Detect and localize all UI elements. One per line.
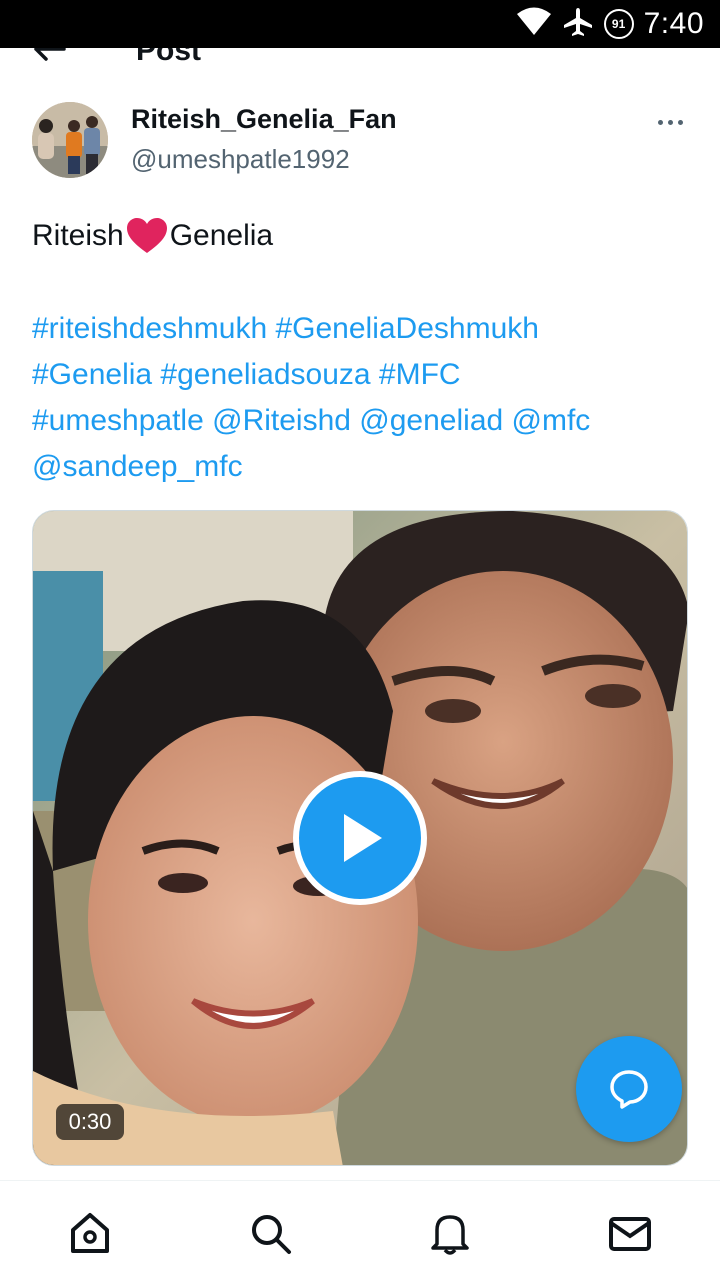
back-arrow-icon[interactable] [30, 48, 70, 64]
hashtag-line[interactable]: @sandeep_mfc [32, 444, 672, 490]
hashtag-line[interactable]: #umeshpatle @Riteishd @geneliad @mfc [32, 398, 672, 444]
header: Post [0, 48, 720, 70]
battery-icon: 91 [603, 9, 634, 39]
tweet-hashtags[interactable]: #riteishdeshmukh #GeneliaDeshmukh #Genel… [32, 306, 672, 490]
bottom-nav [0, 1180, 720, 1280]
wifi-icon [516, 7, 552, 42]
tweet-text-part: Riteish [32, 219, 124, 252]
search-icon[interactable] [246, 1209, 294, 1257]
video-duration: 0:30 [56, 1104, 124, 1140]
status-time: 7:40 [643, 7, 704, 40]
reply-icon [610, 1070, 648, 1109]
more-options-icon[interactable] [648, 110, 692, 134]
heart-icon [125, 216, 169, 256]
reply-button[interactable] [576, 1036, 682, 1142]
tweet-text: Riteish Genelia [32, 216, 273, 256]
airplane-icon [562, 6, 594, 43]
home-icon[interactable] [66, 1209, 114, 1257]
messages-icon[interactable] [606, 1209, 654, 1257]
hashtag-line[interactable]: #Genelia #geneliadsouza #MFC [32, 352, 672, 398]
play-button[interactable] [293, 771, 427, 905]
author-display-name[interactable]: Riteish_Genelia_Fan [131, 104, 397, 135]
status-icons: 91 7:40 [516, 0, 704, 48]
status-bar: 91 7:40 [0, 0, 720, 48]
play-icon [344, 814, 382, 862]
notifications-icon[interactable] [426, 1209, 474, 1257]
author-handle[interactable]: @umeshpatle1992 [131, 144, 350, 175]
tweet-text-part: Genelia [169, 219, 274, 252]
hashtag-line[interactable]: #riteishdeshmukh #GeneliaDeshmukh [32, 306, 672, 352]
page-title: Post [136, 48, 202, 67]
avatar[interactable] [32, 102, 108, 178]
